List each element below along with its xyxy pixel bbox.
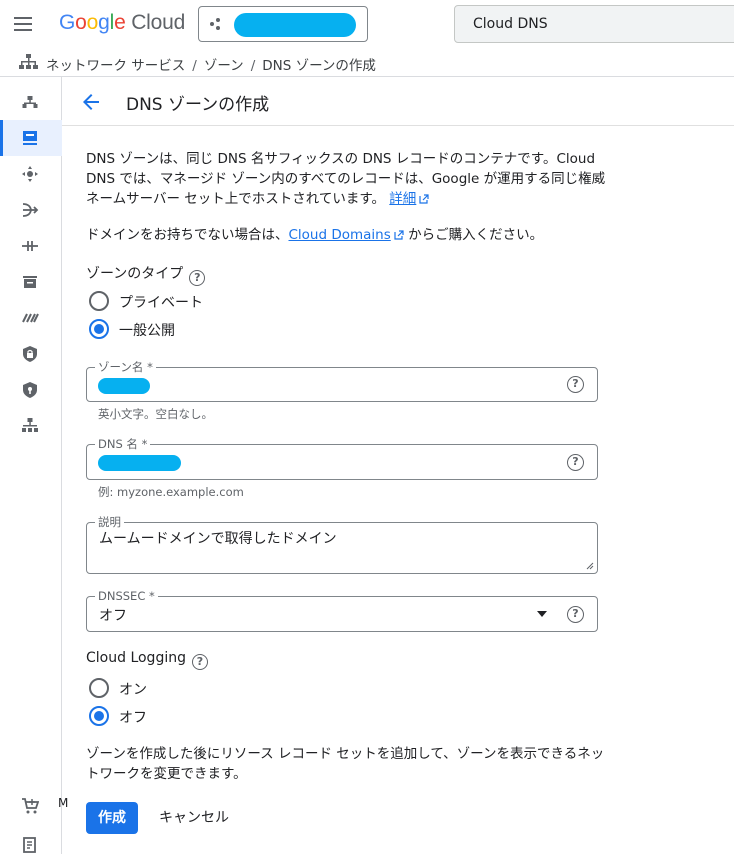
project-picker[interactable]: [198, 6, 368, 42]
dns-name-label: DNS 名 *: [95, 437, 151, 451]
zone-name-hint: 英小文字。空白なし。: [98, 407, 213, 421]
main-menu-icon[interactable]: [14, 14, 36, 34]
interconnect-icon: [22, 241, 38, 251]
dnssec-value: オフ: [99, 608, 127, 624]
dnssec-select[interactable]: DNSSEC * オフ ?: [86, 589, 598, 632]
description-body: DNS ゾーンは、同じ DNS 名サフィックスの DNS レコードのコンテナです…: [86, 151, 606, 207]
private-service-icon: [22, 313, 39, 323]
zone-name-label: ゾーン名 *: [95, 360, 156, 374]
radio-label: オフ: [119, 710, 147, 726]
breadcrumb-separator: /: [192, 58, 197, 74]
radio-label: 一般公開: [119, 323, 175, 339]
dns-name-hint: 例: myzone.example.com: [98, 485, 244, 499]
redacted-dns-name: [98, 455, 181, 471]
help-icon[interactable]: ?: [567, 376, 584, 393]
back-arrow-icon[interactable]: [79, 90, 103, 114]
domains-text: ドメインをお持ちでない場合は、Cloud Domains からご購入ください。: [86, 225, 543, 245]
top-bar: Google Cloud Cloud DNS: [0, 0, 734, 48]
zone-name-field[interactable]: ゾーン名 * ?: [86, 360, 598, 402]
radio-label: プライベート: [119, 295, 203, 311]
zone-description-text: DNS ゾーンは、同じ DNS 名サフィックスの DNS レコードのコンテナです…: [86, 149, 606, 209]
nav-cut-label: M: [58, 796, 69, 810]
cloud-logging-label: Cloud Logging?: [86, 650, 208, 670]
footer-note: ゾーンを作成した後にリソース レコード セットを追加して、ゾーンを表示できるネッ…: [86, 746, 605, 782]
dropdown-arrow-icon[interactable]: [537, 611, 547, 617]
breadcrumb-bar: ネットワーク サービス / ゾーン / DNS ゾーンの作成: [0, 48, 734, 77]
description-field[interactable]: 説明 ムームードメインで取得したドメイン: [86, 515, 598, 574]
cancel-button[interactable]: キャンセル: [150, 802, 238, 834]
nav-release-notes[interactable]: [0, 827, 62, 863]
dns-zone-icon: [23, 131, 37, 145]
nav-private-service[interactable]: [0, 300, 62, 336]
google-cloud-logo[interactable]: Google Cloud: [59, 11, 185, 35]
security-policy-icon: [23, 382, 37, 398]
search-input[interactable]: Cloud DNS: [454, 5, 734, 43]
network-topology-icon: [22, 96, 38, 108]
release-notes-icon: [23, 837, 36, 853]
dns-name-field[interactable]: DNS 名 * ?: [86, 437, 598, 480]
nav-interconnect[interactable]: [0, 228, 62, 264]
nav-network-services[interactable]: [0, 408, 62, 444]
nav-dns-zones[interactable]: [0, 120, 62, 156]
redacted-project-name: [234, 13, 356, 37]
nav-network-topology[interactable]: [0, 84, 62, 120]
description-value: ムームードメインで取得したドメイン: [99, 531, 337, 547]
nav-security-policy[interactable]: [0, 372, 62, 408]
cloud-armor-icon: [23, 346, 37, 362]
nav-marketplace[interactable]: [0, 788, 62, 824]
external-link-icon: [419, 194, 429, 204]
radio-checked[interactable]: [89, 319, 109, 339]
radio-unchecked[interactable]: [89, 678, 109, 698]
dnssec-label: DNSSEC *: [95, 589, 158, 603]
redacted-zone-name: [98, 378, 150, 394]
create-button[interactable]: 作成: [86, 802, 138, 834]
zone-type-label: ゾーンのタイプ?: [86, 263, 206, 286]
project-dots-icon: [210, 17, 224, 31]
network-services-icon: [19, 54, 38, 69]
help-icon[interactable]: ?: [567, 606, 584, 623]
resize-handle-icon[interactable]: [586, 562, 594, 570]
radio-label: オン: [119, 682, 147, 698]
help-icon[interactable]: ?: [191, 654, 208, 670]
breadcrumb-current: DNS ゾーンの作成: [262, 58, 376, 74]
help-icon[interactable]: ?: [189, 270, 206, 286]
nav-cdn[interactable]: [0, 264, 62, 300]
external-link-icon: [394, 230, 404, 240]
domains-prefix: ドメインをお持ちでない場合は、: [86, 227, 289, 243]
zone-type-label-text: ゾーンのタイプ: [86, 266, 184, 282]
cdn-icon: [23, 276, 37, 288]
breadcrumb: ネットワーク サービス / ゾーン / DNS ゾーンの作成: [46, 54, 376, 74]
breadcrumb-separator: /: [250, 58, 256, 74]
page-header: DNS ゾーンの作成: [62, 77, 734, 126]
breadcrumb-network-services[interactable]: ネットワーク サービス: [46, 58, 185, 74]
cloud-logging-label-text: Cloud Logging: [86, 650, 186, 666]
page-title: DNS ゾーンの作成: [126, 95, 270, 115]
help-icon[interactable]: ?: [567, 454, 584, 471]
nav-routing[interactable]: [0, 192, 62, 228]
domains-suffix: からご購入ください。: [403, 227, 544, 243]
side-nav: [0, 77, 62, 854]
cloud-domains-link[interactable]: Cloud Domains: [289, 227, 391, 243]
marketplace-icon: [22, 798, 39, 814]
network-services-icon: [22, 418, 38, 432]
breadcrumb-zones[interactable]: ゾーン: [204, 58, 244, 74]
radio-checked[interactable]: [89, 706, 109, 726]
nav-load-balancing[interactable]: [0, 156, 62, 192]
description-label: 説明: [95, 515, 124, 529]
learn-more-link[interactable]: 詳細: [389, 191, 416, 207]
radio-unchecked[interactable]: [89, 291, 109, 311]
routing-icon: [22, 203, 39, 217]
search-value: Cloud DNS: [473, 16, 548, 32]
load-balancing-icon: [22, 166, 38, 182]
nav-cloud-armor[interactable]: [0, 336, 62, 372]
